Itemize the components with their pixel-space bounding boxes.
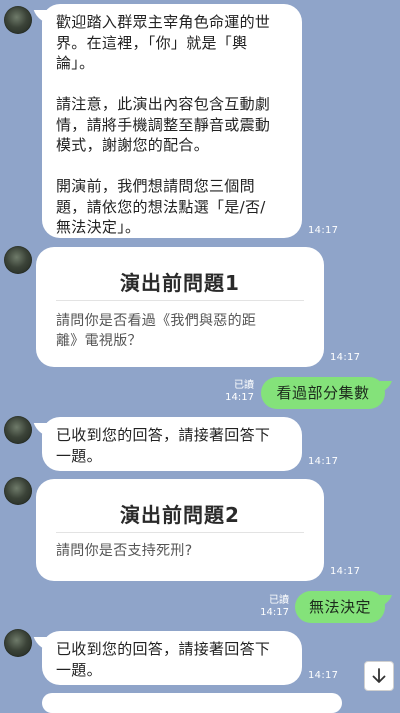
message-bubble-partial	[42, 693, 342, 713]
avatar[interactable]	[4, 629, 32, 657]
message-line	[56, 156, 290, 177]
avatar[interactable]	[4, 6, 32, 34]
message-line: 已收到您的回答，請接著回答下	[56, 426, 271, 444]
divider	[56, 300, 304, 301]
message-line: 無法決定」。	[56, 218, 141, 236]
user-reply-text: 看過部分集數	[276, 384, 370, 402]
message-line: 已收到您的回答，請接著回答下	[56, 640, 271, 658]
avatar[interactable]	[4, 416, 32, 444]
user-reply-bubble: 看過部分集數	[261, 377, 385, 409]
question-card[interactable]: 演出前問題2 請問你是否支持死刑?	[36, 479, 324, 581]
message-line: 一題。	[56, 660, 102, 679]
read-receipt: 已讀 14:17	[222, 380, 254, 404]
message-line: 界。在這裡，「你」就是「輿	[56, 33, 248, 52]
question-card[interactable]: 演出前問題1 請問你是否看過《我們與惡的距 離》電視版？	[36, 247, 324, 367]
avatar[interactable]	[4, 477, 32, 505]
message-line: 歡迎踏入群眾主宰角色命運的世	[56, 13, 271, 31]
question-text: 請問你是否看過《我們與惡的距	[56, 313, 257, 329]
read-receipt: 已讀 14:17	[257, 595, 289, 619]
message-line: 模式，謝謝您的配合。	[56, 136, 210, 154]
message-line: 開演前，我們想請問您三個問	[56, 177, 255, 195]
message-timestamp: 14:17	[308, 456, 339, 467]
message-timestamp: 14:17	[330, 352, 361, 363]
message-timestamp: 14:17	[308, 670, 339, 681]
message-bubble: 歡迎踏入群眾主宰角色命運的世 界。在這裡，「你」就是「輿 論」。 請注意，此演出…	[42, 4, 302, 238]
message-line	[56, 74, 290, 95]
message-bubble: 已收到您的回答，請接著回答下 一題。	[42, 417, 302, 471]
message-timestamp: 14:17	[260, 607, 289, 618]
message-timestamp: 14:17	[225, 392, 254, 403]
question-title: 演出前問題2	[120, 503, 240, 527]
question-title: 演出前問題1	[120, 271, 240, 295]
message-timestamp: 14:17	[308, 225, 339, 236]
question-text: 離》電視版？	[56, 333, 142, 349]
read-label: 已讀	[234, 380, 254, 391]
arrow-down-icon	[372, 668, 386, 683]
scroll-to-bottom-button[interactable]	[364, 661, 394, 691]
avatar[interactable]	[4, 246, 32, 274]
divider	[56, 532, 304, 533]
user-reply-bubble: 無法決定	[295, 591, 385, 623]
message-line: 請注意，此演出內容包含互動劇	[56, 95, 271, 113]
message-line: 情，請將手機調整至靜音或震動	[56, 115, 271, 134]
message-bubble: 已收到您的回答，請接著回答下 一題。	[42, 631, 302, 685]
read-label: 已讀	[269, 595, 289, 606]
question-text: 請問你是否支持死刑?	[56, 543, 193, 559]
message-timestamp: 14:17	[330, 566, 361, 577]
message-line: 論」。	[56, 54, 95, 72]
message-line: 一題。	[56, 446, 102, 465]
user-reply-text: 無法決定	[308, 598, 371, 616]
message-line: 題，請依您的想法點選「是/否/	[56, 197, 266, 216]
